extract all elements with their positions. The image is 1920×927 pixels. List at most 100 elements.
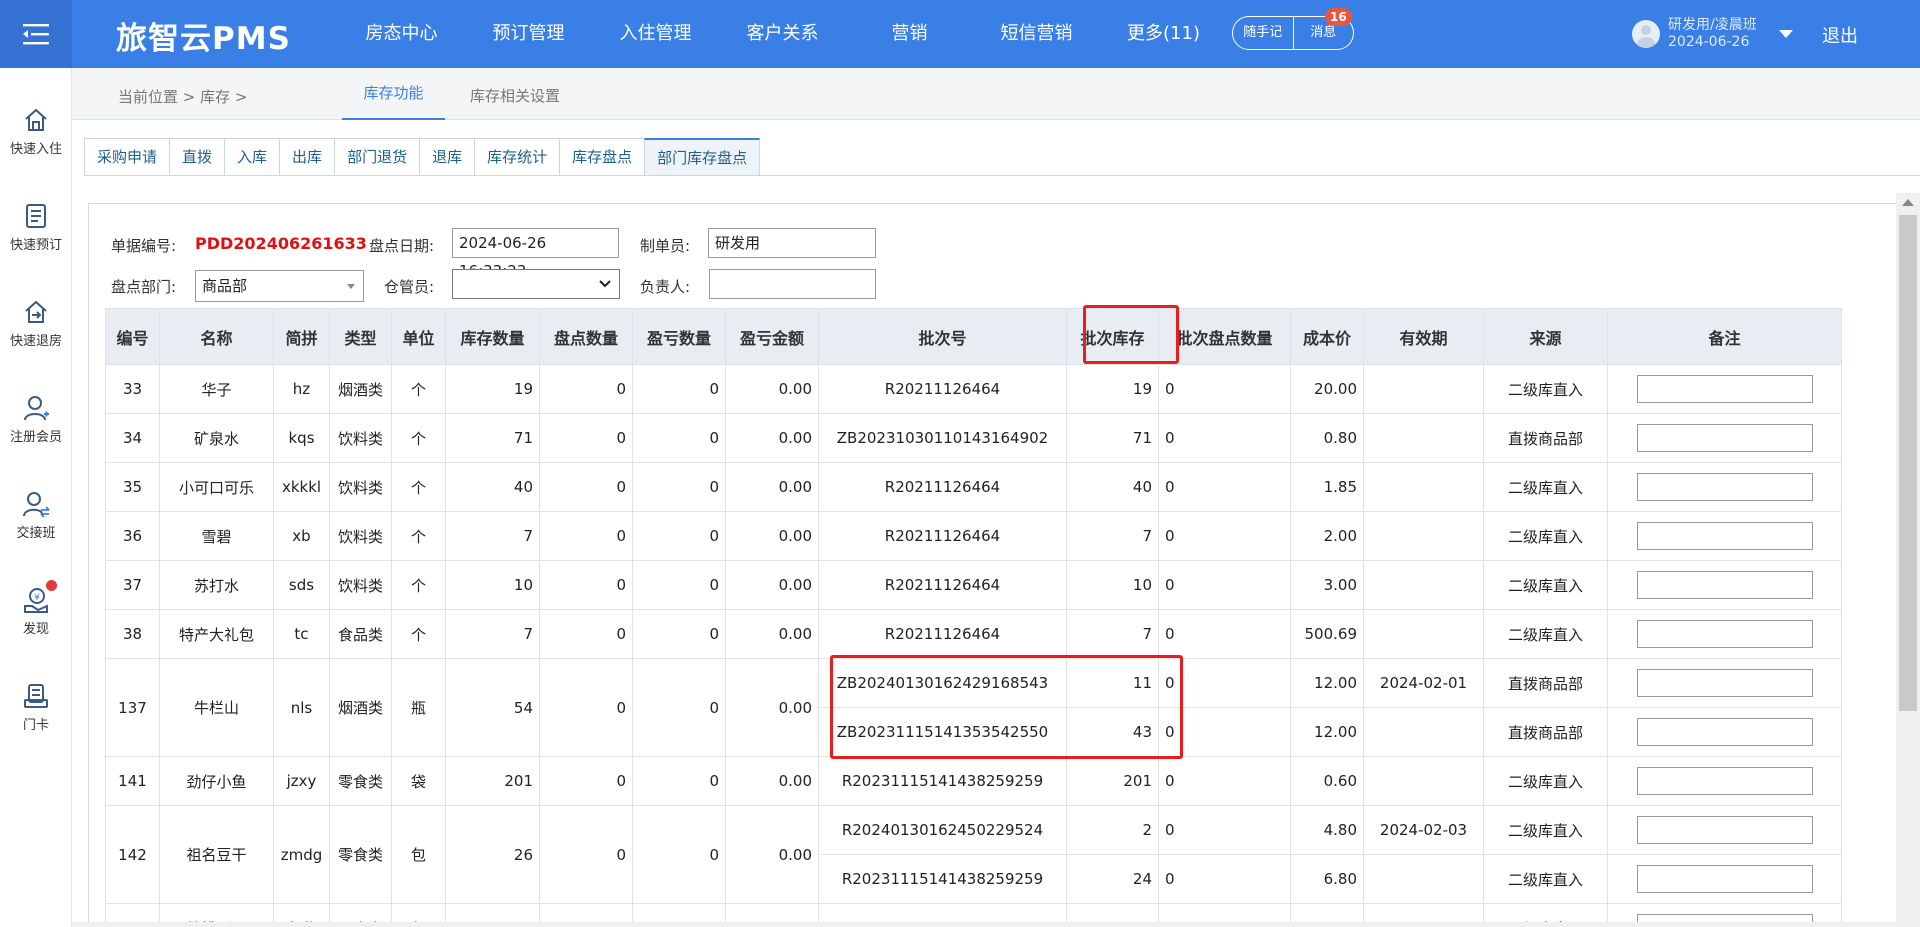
sidebar-item-label: 注册会员 (9, 430, 62, 445)
sidebar-item-shift[interactable]: 交接班 (0, 490, 72, 541)
nav-crm[interactable]: 客户关系 (719, 0, 846, 68)
menu-icon (23, 24, 49, 45)
remark-input[interactable] (1636, 473, 1813, 501)
remark-input[interactable] (1636, 865, 1813, 893)
col-header: 盘点数量 (539, 308, 633, 365)
tab-stock-out[interactable]: 出库 (279, 138, 335, 176)
sidebar-item-quick-checkin[interactable]: 快速入住 (0, 106, 72, 157)
nav-booking[interactable]: 预订管理 (465, 0, 592, 68)
tab-stock-in[interactable]: 入库 (224, 138, 280, 176)
col-header: 有效期 (1363, 308, 1484, 365)
cell-pinyin: tc (273, 609, 330, 659)
col-header: 来源 (1483, 308, 1608, 365)
scrollbar-thumb[interactable] (1899, 215, 1917, 711)
remark-input[interactable] (1636, 522, 1813, 550)
keeper-select[interactable] (452, 269, 620, 299)
cell-batch-count[interactable]: 0 (1158, 609, 1291, 659)
cell-source: 二级库直入 (1483, 756, 1608, 806)
remark-input[interactable] (1636, 718, 1813, 746)
date-field[interactable]: 2024-06-26 16:33:23 (452, 228, 619, 280)
cell-batch-stock: 19 (1066, 364, 1159, 414)
remark-input[interactable] (1636, 375, 1813, 403)
cell-stock: 7 (445, 609, 540, 659)
sidebar-item-quick-booking[interactable]: 快速预订 (0, 202, 72, 253)
chevron-down-icon[interactable] (1778, 30, 1793, 38)
tab-stocktake[interactable]: 库存盘点 (559, 138, 645, 176)
cell-count: 0 (539, 756, 633, 806)
cell-source: 直拨商品部 (1483, 413, 1608, 463)
sidebar-item-door-card[interactable]: 门卡 (0, 682, 72, 733)
tab-dept-stocktake[interactable]: 部门库存盘点 (644, 138, 761, 176)
tab-return-stock[interactable]: 退库 (419, 138, 475, 176)
tab-purchase-request[interactable]: 采购申请 (84, 138, 170, 176)
cell-expiry (1363, 609, 1484, 659)
vertical-scrollbar[interactable] (1896, 193, 1920, 927)
cell-batch-no: R20211126464 (818, 364, 1067, 414)
cell-cost: 6.80 (1290, 854, 1364, 904)
cell-batch-count[interactable]: 0 (1158, 756, 1291, 806)
keeper-label: 仓管员: (384, 278, 435, 296)
sidebar: 快速入住 快速预订 快速退房 注册会员 交接班 ¥ 发现 门卡 (0, 68, 72, 927)
cell-diff: 0 (632, 609, 726, 659)
sidebar-item-discover[interactable]: ¥ 发现 (0, 580, 72, 637)
cell-batch-count[interactable]: 0 (1158, 854, 1291, 904)
list-icon (26, 204, 46, 228)
tab-inventory-settings[interactable]: 库存相关设置 (470, 85, 560, 106)
cell-batch-count[interactable]: 0 (1158, 462, 1291, 512)
col-header: 名称 (159, 308, 274, 365)
tab-dept-return[interactable]: 部门退货 (334, 138, 420, 176)
cell-source: 直拨商品部 (1483, 658, 1608, 708)
cell-id: 141 (105, 756, 160, 806)
cell-cost: 20.00 (1290, 364, 1364, 414)
cell-cost: 3.00 (1290, 560, 1364, 610)
remark-input[interactable] (1636, 816, 1813, 844)
cell-batch-count[interactable]: 0 (1158, 560, 1291, 610)
tab-direct-transfer[interactable]: 直拨 (169, 138, 225, 176)
cell-batch-count[interactable]: 0 (1158, 511, 1291, 561)
remark-input[interactable] (1636, 571, 1813, 599)
sidebar-item-label: 发现 (22, 622, 49, 637)
menu-toggle-button[interactable] (0, 0, 72, 68)
sidebar-item-register-member[interactable]: 注册会员 (0, 394, 72, 445)
remark-input[interactable] (1636, 424, 1813, 452)
table-row: 38 特产大礼包 tc 食品类个 7 0 0 0.00 R20211126464 7 0 500.69… (105, 609, 1842, 659)
main-nav: 房态中心 预订管理 入住管理 客户关系 营销 短信营销 更多(11) (338, 0, 1227, 68)
cell-cost: 0.60 (1290, 756, 1364, 806)
tab-inventory-functions[interactable]: 库存功能 (342, 68, 445, 120)
owner-field[interactable] (709, 269, 876, 299)
tab-stock-stats[interactable]: 库存统计 (474, 138, 560, 176)
cell-remark (1607, 462, 1842, 512)
notes-button[interactable]: 随手记 (1233, 17, 1293, 49)
scroll-up-icon[interactable] (1902, 199, 1914, 206)
remark-input[interactable] (1636, 767, 1813, 795)
cell-batch-count[interactable]: 0 (1158, 805, 1291, 855)
cell-stock: 19 (445, 364, 540, 414)
remark-input[interactable] (1636, 620, 1813, 648)
cell-batch-no: R20231115141438259259 (818, 756, 1067, 806)
cell-diff: 0 (632, 560, 726, 610)
col-header: 批次号 (818, 308, 1067, 365)
sidebar-item-quick-checkout[interactable]: 快速退房 (0, 298, 72, 349)
nav-room-status[interactable]: 房态中心 (338, 0, 465, 68)
cell-remark (1607, 511, 1842, 561)
user-menu[interactable]: 研发用/凌晨班 2024-06-26 (1632, 17, 1793, 51)
cell-type: 烟酒类 (329, 658, 392, 757)
nav-sms[interactable]: 短信营销 (973, 0, 1100, 68)
dept-select[interactable]: 商品部 (195, 270, 364, 302)
sub-header: 当前位置 > 库存 > 库存功能 库存相关设置 (72, 68, 1920, 120)
owner-label: 负责人: (640, 278, 691, 296)
cell-source: 二级库直入 (1483, 364, 1608, 414)
nav-checkin[interactable]: 入住管理 (592, 0, 719, 68)
cell-expiry (1363, 854, 1484, 904)
nav-marketing[interactable]: 营销 (846, 0, 973, 68)
cell-expiry: 2024-02-01 (1363, 658, 1484, 708)
maker-field[interactable]: 研发用 (708, 228, 876, 258)
cell-diff: 0 (632, 756, 726, 806)
logout-button[interactable]: 退出 (1822, 22, 1858, 48)
cell-batch-count[interactable]: 0 (1158, 413, 1291, 463)
cell-name: 华子 (159, 364, 274, 414)
nav-more[interactable]: 更多(11) (1100, 0, 1227, 68)
remark-input[interactable] (1636, 669, 1813, 697)
cell-batch-count[interactable]: 0 (1158, 364, 1291, 414)
cell-batch-no: R20211126464 (818, 560, 1067, 610)
